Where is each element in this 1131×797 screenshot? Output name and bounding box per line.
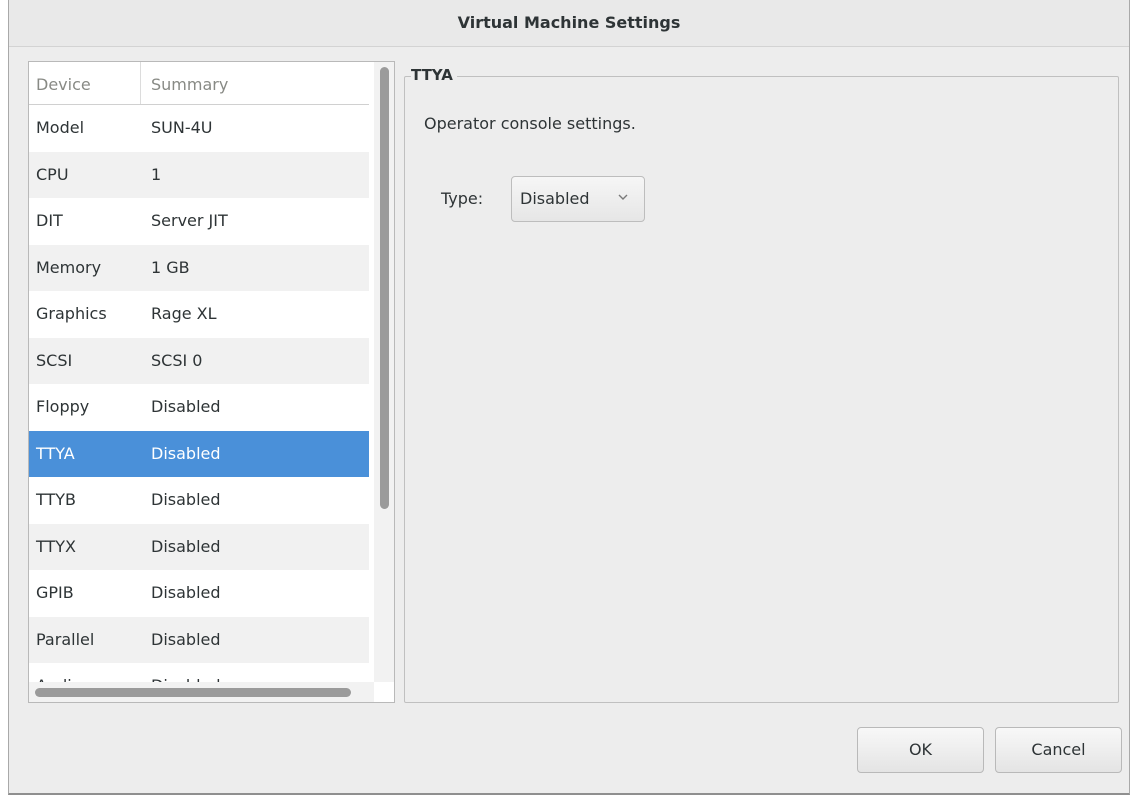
device-row-model[interactable]: Model SUN-4U: [29, 105, 369, 152]
device-cell: TTYA: [36, 443, 75, 463]
summary-cell: 1 GB: [151, 257, 190, 277]
column-header-device[interactable]: Device: [29, 62, 141, 104]
device-rows: Model SUN-4U CPU 1 DIT Server JIT Memory…: [29, 105, 369, 702]
scrollbar-corner: [374, 682, 394, 702]
ok-button[interactable]: OK: [857, 727, 984, 773]
settings-frame-title: TTYA: [411, 64, 457, 86]
vertical-scrollbar[interactable]: [374, 62, 394, 682]
settings-description: Operator console settings.: [424, 114, 636, 133]
device-cell: Memory: [36, 257, 102, 277]
device-cell: GPIB: [36, 583, 74, 602]
type-label: Type:: [441, 189, 484, 208]
type-dropdown[interactable]: Disabled: [511, 176, 645, 222]
device-cell: CPU: [36, 164, 69, 184]
device-row-ttya[interactable]: TTYA Disabled: [29, 430, 369, 477]
device-row-ttyb[interactable]: TTYB Disabled: [29, 477, 369, 524]
device-row-parallel[interactable]: Parallel Disabled: [29, 616, 369, 663]
summary-cell: Disabled: [151, 397, 221, 416]
device-cell: DIT: [36, 211, 63, 230]
device-cell: Floppy: [36, 397, 90, 416]
device-cell: TTYX: [36, 536, 76, 556]
settings-dialog: Virtual Machine Settings Device Summary …: [8, 0, 1130, 795]
device-cell: Model: [36, 118, 85, 137]
chevron-down-icon: [618, 194, 628, 200]
summary-cell: SCSI 0: [151, 350, 203, 370]
summary-cell: Disabled: [151, 629, 221, 649]
summary-cell: Server JIT: [151, 211, 228, 230]
device-row-cpu[interactable]: CPU 1: [29, 151, 369, 198]
horizontal-scrollbar-thumb[interactable]: [35, 688, 351, 697]
device-row-gpib[interactable]: GPIB Disabled: [29, 570, 369, 617]
device-row-dit[interactable]: DIT Server JIT: [29, 198, 369, 245]
device-row-floppy[interactable]: Floppy Disabled: [29, 384, 369, 431]
cancel-button[interactable]: Cancel: [995, 727, 1122, 773]
device-row-scsi[interactable]: SCSI SCSI 0: [29, 337, 369, 384]
summary-cell: 1: [151, 164, 162, 184]
device-row-graphics[interactable]: Graphics Rage XL: [29, 291, 369, 338]
type-dropdown-value: Disabled: [520, 189, 590, 208]
summary-cell: Disabled: [151, 490, 221, 509]
dialog-title: Virtual Machine Settings: [9, 0, 1129, 47]
device-cell: SCSI: [36, 350, 73, 370]
vertical-scrollbar-thumb[interactable]: [380, 67, 389, 509]
settings-frame: [404, 76, 1119, 703]
device-cell: TTYB: [36, 490, 77, 509]
column-header-summary[interactable]: Summary: [151, 62, 228, 104]
summary-cell: Rage XL: [151, 304, 217, 323]
device-list[interactable]: Device Summary Model SUN-4U CPU 1 DIT Se…: [28, 61, 395, 703]
summary-cell: Disabled: [151, 443, 221, 463]
device-cell: Graphics: [36, 304, 107, 323]
summary-cell: SUN-4U: [151, 118, 213, 137]
summary-cell: Disabled: [151, 536, 221, 556]
horizontal-scrollbar[interactable]: [29, 682, 375, 702]
summary-cell: Disabled: [151, 583, 221, 602]
device-row-ttyx[interactable]: TTYX Disabled: [29, 523, 369, 570]
device-cell: Parallel: [36, 629, 95, 649]
device-row-memory[interactable]: Memory 1 GB: [29, 244, 369, 291]
list-header: Device Summary: [29, 62, 369, 105]
